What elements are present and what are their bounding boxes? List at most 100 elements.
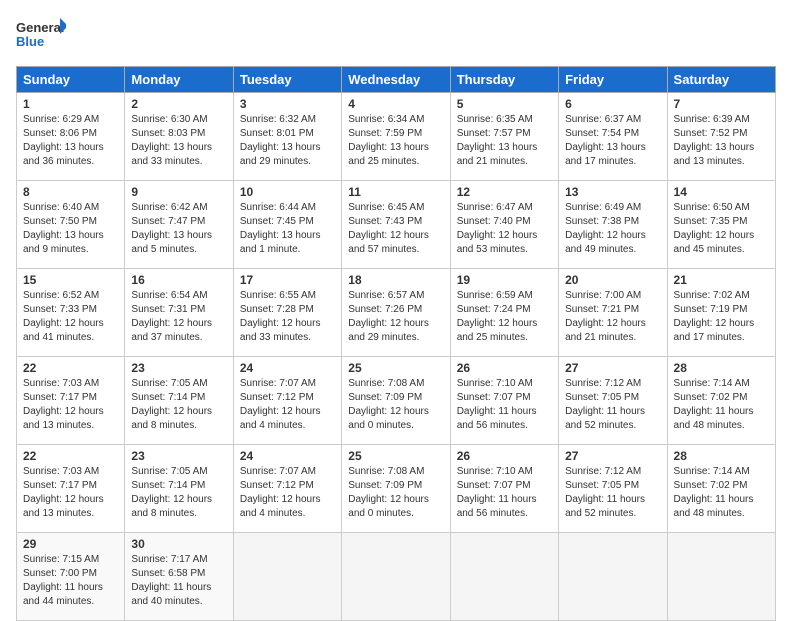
table-cell: 19 Sunrise: 6:59 AMSunset: 7:24 PMDayligh… xyxy=(450,269,558,357)
day-info: Sunrise: 6:57 AMSunset: 7:26 PMDaylight:… xyxy=(348,289,443,345)
table-cell: 2 Sunrise: 6:30 AMSunset: 8:03 PMDaylight… xyxy=(125,93,233,181)
day-number: 25 xyxy=(348,449,443,463)
table-cell: 9 Sunrise: 6:42 AMSunset: 7:47 PMDaylight… xyxy=(125,181,233,269)
table-cell: 26 Sunrise: 7:10 AMSunset: 7:07 PMDayligh… xyxy=(450,445,558,533)
day-info: Sunrise: 6:59 AMSunset: 7:24 PMDaylight:… xyxy=(457,289,552,345)
header: General Blue xyxy=(16,16,776,56)
day-info: Sunrise: 6:35 AMSunset: 7:57 PMDaylight:… xyxy=(457,113,552,169)
table-cell: 7Sunrise: 6:39 AMSunset: 7:52 PMDaylight… xyxy=(667,93,775,181)
day-info: Sunrise: 7:15 AMSunset: 7:00 PMDaylight:… xyxy=(23,553,118,609)
day-number: 30 xyxy=(131,537,226,551)
table-cell: 14 Sunrise: 6:50 AMSunset: 7:35 PMDayligh… xyxy=(667,181,775,269)
day-number: 25 xyxy=(348,361,443,375)
table-cell: 1Sunrise: 6:29 AMSunset: 8:06 PMDaylight… xyxy=(17,93,125,181)
calendar-row: 22Sunrise: 7:03 AMSunset: 7:17 PMDayligh… xyxy=(17,445,776,533)
day-number: 23 xyxy=(131,449,226,463)
svg-text:Blue: Blue xyxy=(16,34,44,49)
calendar-row: 8Sunrise: 6:40 AMSunset: 7:50 PMDaylight… xyxy=(17,181,776,269)
day-number: 23 xyxy=(131,361,226,375)
table-cell xyxy=(667,533,775,621)
day-info: Sunrise: 6:45 AMSunset: 7:43 PMDaylight:… xyxy=(348,201,443,257)
col-saturday: Saturday xyxy=(667,67,775,93)
table-cell: 27Sunrise: 7:12 AMSunset: 7:05 PMDayligh… xyxy=(559,357,667,445)
calendar-row: 1Sunrise: 6:29 AMSunset: 8:06 PMDaylight… xyxy=(17,93,776,181)
day-info: Sunrise: 6:34 AMSunset: 7:59 PMDaylight:… xyxy=(348,113,443,169)
day-info: Sunrise: 6:55 AMSunset: 7:28 PMDaylight:… xyxy=(240,289,335,345)
table-cell: 29Sunrise: 7:15 AMSunset: 7:00 PMDayligh… xyxy=(17,533,125,621)
day-number: 21 xyxy=(674,273,769,287)
day-number: 16 xyxy=(131,273,226,287)
table-cell: 23Sunrise: 7:05 AMSunset: 7:14 PMDayligh… xyxy=(125,445,233,533)
day-number: 6 xyxy=(565,97,660,111)
day-info: Sunrise: 7:14 AMSunset: 7:02 PMDaylight:… xyxy=(674,465,769,521)
col-friday: Friday xyxy=(559,67,667,93)
col-thursday: Thursday xyxy=(450,67,558,93)
table-cell: 12 Sunrise: 6:47 AMSunset: 7:40 PMDayligh… xyxy=(450,181,558,269)
day-info: Sunrise: 7:10 AMSunset: 7:07 PMDaylight:… xyxy=(457,377,552,433)
day-info: Sunrise: 6:44 AMSunset: 7:45 PMDaylight:… xyxy=(240,201,335,257)
day-info: Sunrise: 7:07 AMSunset: 7:12 PMDaylight:… xyxy=(240,465,335,521)
day-info: Sunrise: 7:12 AMSunset: 7:05 PMDaylight:… xyxy=(565,377,660,433)
table-cell: 16 Sunrise: 6:54 AMSunset: 7:31 PMDayligh… xyxy=(125,269,233,357)
table-cell: 22Sunrise: 7:03 AMSunset: 7:17 PMDayligh… xyxy=(17,445,125,533)
day-number: 4 xyxy=(348,97,443,111)
table-cell: 11 Sunrise: 6:45 AMSunset: 7:43 PMDayligh… xyxy=(342,181,450,269)
table-cell: 24 Sunrise: 7:07 AMSunset: 7:12 PMDayligh… xyxy=(233,357,341,445)
day-info: Sunrise: 7:07 AMSunset: 7:12 PMDaylight:… xyxy=(240,377,335,433)
table-cell: 3Sunrise: 6:32 AMSunset: 8:01 PMDaylight… xyxy=(233,93,341,181)
logo-svg: General Blue xyxy=(16,16,66,56)
day-number: 24 xyxy=(240,361,335,375)
table-cell: 28 Sunrise: 7:14 AMSunset: 7:02 PMDayligh… xyxy=(667,357,775,445)
table-cell xyxy=(559,533,667,621)
day-info: Sunrise: 7:10 AMSunset: 7:07 PMDaylight:… xyxy=(457,465,552,521)
day-number: 10 xyxy=(240,185,335,199)
day-number: 20 xyxy=(565,273,660,287)
day-info: Sunrise: 7:05 AMSunset: 7:14 PMDaylight:… xyxy=(131,377,226,433)
table-cell xyxy=(233,533,341,621)
day-info: Sunrise: 7:14 AMSunset: 7:02 PMDaylight:… xyxy=(674,377,769,433)
table-cell: 23 Sunrise: 7:05 AMSunset: 7:14 PMDayligh… xyxy=(125,357,233,445)
day-number: 28 xyxy=(674,361,769,375)
table-cell: 5Sunrise: 6:35 AMSunset: 7:57 PMDaylight… xyxy=(450,93,558,181)
day-info: Sunrise: 7:08 AMSunset: 7:09 PMDaylight:… xyxy=(348,377,443,433)
calendar-header-row: Sunday Monday Tuesday Wednesday Thursday… xyxy=(17,67,776,93)
table-cell: 25 Sunrise: 7:08 AMSunset: 7:09 PMDayligh… xyxy=(342,357,450,445)
day-number: 19 xyxy=(457,273,552,287)
day-number: 11 xyxy=(348,185,443,199)
day-number: 24 xyxy=(240,449,335,463)
svg-text:General: General xyxy=(16,20,64,35)
table-cell: 30Sunrise: 7:17 AMSunset: 6:58 PMDayligh… xyxy=(125,533,233,621)
day-info: Sunrise: 7:12 AMSunset: 7:05 PMDaylight:… xyxy=(565,465,660,521)
day-info: Sunrise: 6:30 AMSunset: 8:03 PMDaylight:… xyxy=(131,113,226,169)
table-cell: 10 Sunrise: 6:44 AMSunset: 7:45 PMDayligh… xyxy=(233,181,341,269)
day-number: 26 xyxy=(457,449,552,463)
day-info: Sunrise: 6:50 AMSunset: 7:35 PMDaylight:… xyxy=(674,201,769,257)
day-info: Sunrise: 6:54 AMSunset: 7:31 PMDaylight:… xyxy=(131,289,226,345)
table-cell: 15Sunrise: 6:52 AMSunset: 7:33 PMDayligh… xyxy=(17,269,125,357)
day-number: 2 xyxy=(131,97,226,111)
day-number: 9 xyxy=(131,185,226,199)
day-number: 28 xyxy=(674,449,769,463)
table-cell: 4 Sunrise: 6:34 AMSunset: 7:59 PMDaylight… xyxy=(342,93,450,181)
day-info: Sunrise: 6:47 AMSunset: 7:40 PMDaylight:… xyxy=(457,201,552,257)
col-sunday: Sunday xyxy=(17,67,125,93)
table-cell: 27Sunrise: 7:12 AMSunset: 7:05 PMDayligh… xyxy=(559,445,667,533)
table-cell: 22Sunrise: 7:03 AMSunset: 7:17 PMDayligh… xyxy=(17,357,125,445)
table-cell: 17 Sunrise: 6:55 AMSunset: 7:28 PMDayligh… xyxy=(233,269,341,357)
col-wednesday: Wednesday xyxy=(342,67,450,93)
day-number: 1 xyxy=(23,97,118,111)
day-number: 12 xyxy=(457,185,552,199)
day-info: Sunrise: 6:42 AMSunset: 7:47 PMDaylight:… xyxy=(131,201,226,257)
table-cell: 6Sunrise: 6:37 AMSunset: 7:54 PMDaylight… xyxy=(559,93,667,181)
day-number: 13 xyxy=(565,185,660,199)
day-number: 17 xyxy=(240,273,335,287)
day-number: 7 xyxy=(674,97,769,111)
col-tuesday: Tuesday xyxy=(233,67,341,93)
day-number: 22 xyxy=(23,449,118,463)
day-info: Sunrise: 7:03 AMSunset: 7:17 PMDaylight:… xyxy=(23,377,118,433)
day-info: Sunrise: 6:52 AMSunset: 7:33 PMDaylight:… xyxy=(23,289,118,345)
table-cell xyxy=(450,533,558,621)
day-number: 14 xyxy=(674,185,769,199)
table-cell: 13Sunrise: 6:49 AMSunset: 7:38 PMDayligh… xyxy=(559,181,667,269)
day-info: Sunrise: 7:08 AMSunset: 7:09 PMDaylight:… xyxy=(348,465,443,521)
